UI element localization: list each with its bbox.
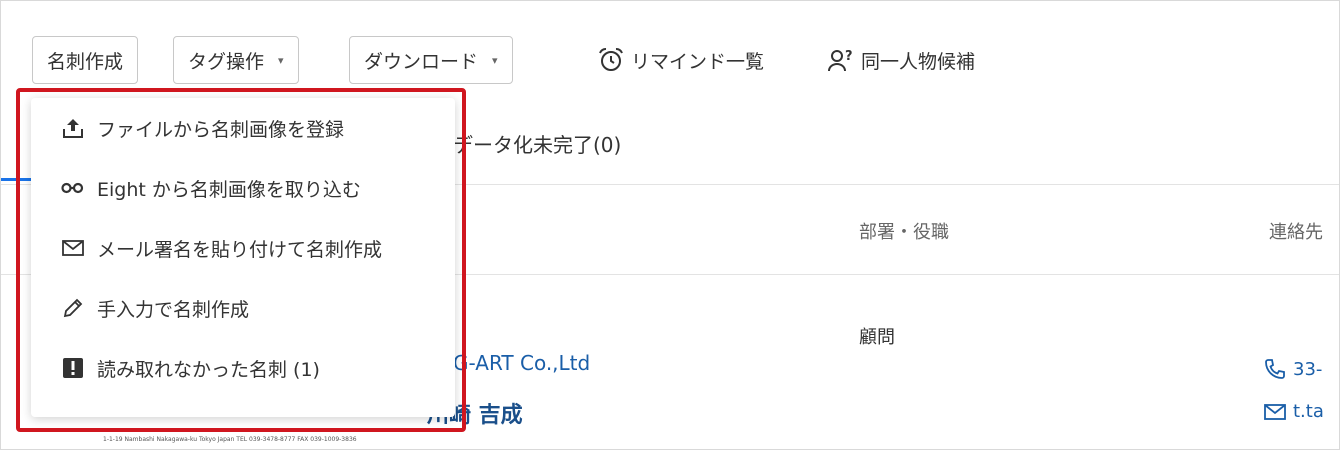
column-header-contact: 連絡先 — [1269, 222, 1323, 243]
same-person-link[interactable]: ? 同一人物候補 — [827, 36, 975, 84]
dept-value: 顧問 — [859, 327, 895, 348]
svg-text:?: ? — [845, 49, 853, 64]
column-header-dept: 部署・役職 — [859, 222, 949, 243]
company-link[interactable]: G-ART Co.,Ltd — [453, 351, 590, 375]
phone-contact[interactable]: 33- — [1263, 357, 1322, 381]
email-contact[interactable]: t.ta — [1263, 401, 1324, 422]
download-dropdown[interactable]: ダウンロード ▾ — [349, 36, 513, 84]
remind-list-link[interactable]: リマインド一覧 — [597, 36, 764, 84]
highlight-box — [16, 88, 466, 432]
create-card-label: 名刺作成 — [47, 50, 124, 73]
person-question-icon: ? — [828, 49, 853, 72]
alarm-clock-icon — [599, 48, 623, 71]
remind-list-label: リマインド一覧 — [631, 50, 765, 73]
tag-ops-dropdown[interactable]: タグ操作 ▾ — [173, 36, 299, 84]
phone-icon — [1265, 359, 1285, 379]
chevron-down-icon: ▾ — [492, 53, 498, 67]
chevron-down-icon: ▾ — [278, 53, 284, 67]
app-window: 名刺作成 タグ操作 ▾ ダウンロード ▾ リマインド一覧 ? 同一人物候補 デー… — [0, 0, 1340, 450]
card-thumbnail-text: 1-1-19 Nambashi Nakagawa-ku Tokyo Japan … — [103, 436, 357, 443]
tag-ops-label: タグ操作 — [188, 50, 265, 73]
download-label: ダウンロード — [364, 50, 479, 73]
create-card-button[interactable]: 名刺作成 — [32, 36, 139, 84]
email-text: t.ta — [1293, 401, 1324, 422]
mail-icon — [1264, 403, 1286, 420]
phone-text: 33- — [1293, 358, 1323, 380]
tab-incomplete[interactable]: データ化未完了(0) — [453, 129, 621, 158]
same-person-label: 同一人物候補 — [861, 50, 976, 73]
